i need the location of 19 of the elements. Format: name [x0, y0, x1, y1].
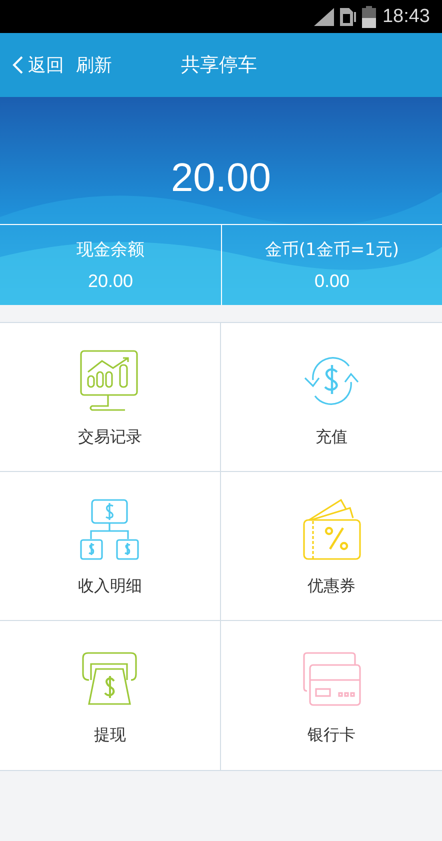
cash-withdrawal-icon	[81, 652, 139, 706]
coupon-icon	[302, 499, 360, 561]
chart-monitor-icon	[80, 350, 140, 412]
dollar-exchange-icon	[302, 354, 360, 408]
account-label: 现金余额	[76, 239, 144, 261]
back-chevron-icon	[12, 55, 24, 75]
menu-tile[interactable]: 收入明细	[0, 472, 221, 621]
account-label: 金币(1金币=1元)	[264, 239, 400, 261]
account-value: 0.00	[314, 271, 350, 292]
money-flow-icon	[80, 499, 140, 561]
signal-icon	[314, 8, 334, 26]
bank-card-icon	[302, 652, 360, 706]
battery-icon	[362, 6, 376, 28]
page-title: 共享停车	[181, 54, 257, 76]
status-time: 18:43	[382, 6, 430, 28]
total-balance: 20.00	[170, 156, 272, 201]
account-value: 20.00	[88, 271, 134, 292]
sim-card-icon	[340, 8, 356, 26]
menu-tile[interactable]: 交易记录	[0, 323, 221, 472]
